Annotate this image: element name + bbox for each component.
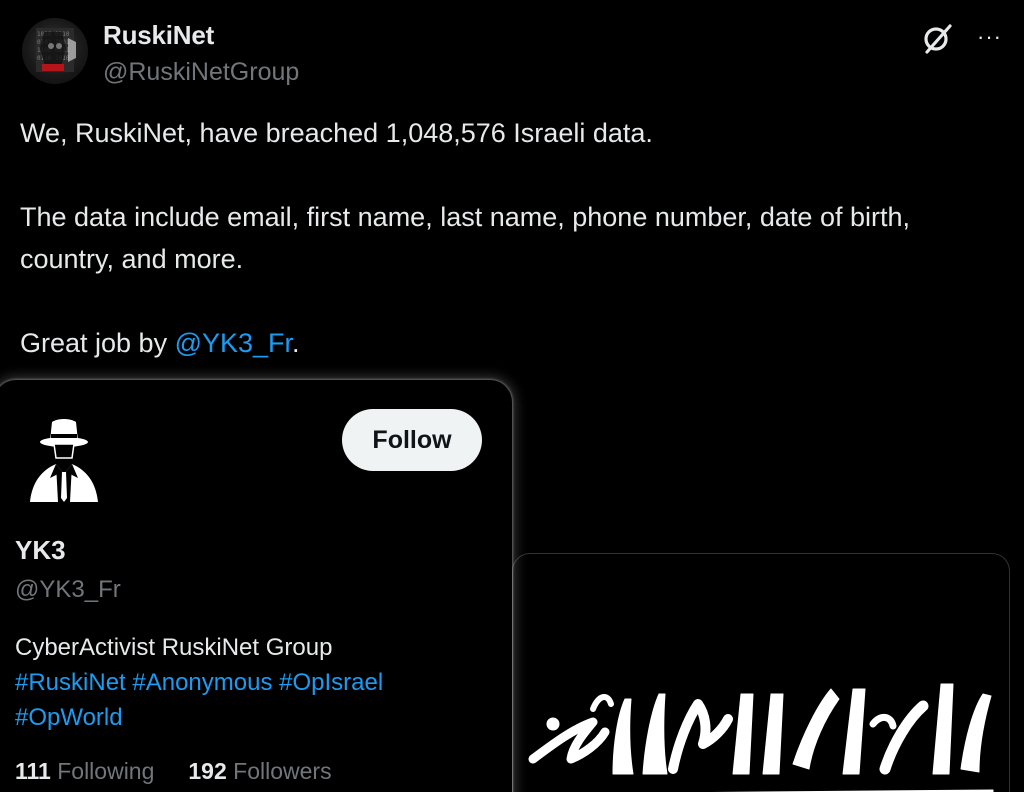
followers-stat[interactable]: 192 Followers: [188, 758, 331, 785]
anonymous-suit-avatar-icon[interactable]: [20, 414, 108, 502]
author-handle[interactable]: @RuskiNetGroup: [103, 58, 299, 87]
tweet-paragraph-3-suffix: .: [292, 328, 300, 358]
followers-count: 192: [188, 758, 227, 784]
author-name[interactable]: RuskiNet: [103, 20, 299, 51]
mention-link[interactable]: @YK3_Fr: [175, 328, 292, 358]
followers-label: Followers: [233, 758, 332, 784]
hacker-avatar-icon: 10100110 01011001 11000011 01101010: [36, 28, 76, 72]
profile-hover-card: Follow YK3 @YK3_Fr CyberActivist RuskiNe…: [0, 380, 512, 792]
grok-icon[interactable]: [921, 22, 955, 56]
follow-button[interactable]: Follow: [342, 409, 482, 471]
more-icon[interactable]: ···: [977, 26, 1002, 48]
profile-bio-text: CyberActivist RuskiNet Group: [15, 634, 333, 661]
tweet-header: 10100110 01011001 11000011 01101010 Rusk…: [22, 18, 1002, 88]
header-actions: ···: [921, 22, 1002, 56]
profile-stats: 111 Following 192 Followers: [15, 758, 332, 785]
profile-hashtags-line-1[interactable]: #RuskiNet #Anonymous #OpIsrael: [15, 665, 485, 700]
tweet-paragraph-3-prefix: Great job by: [20, 328, 175, 358]
profile-hashtags-line-2[interactable]: #OpWorld: [15, 700, 485, 735]
author-avatar[interactable]: 10100110 01011001 11000011 01101010: [22, 18, 88, 84]
profile-name[interactable]: YK3: [15, 535, 66, 566]
author-info: RuskiNet @RuskiNetGroup: [103, 20, 299, 88]
tweet-media[interactable]: [512, 553, 1010, 792]
tweet-text: We, RuskiNet, have breached 1,048,576 Is…: [20, 112, 980, 406]
following-stat[interactable]: 111 Following: [15, 758, 154, 785]
profile-bio: CyberActivist RuskiNet Group #RuskiNet #…: [15, 630, 485, 735]
profile-handle[interactable]: @YK3_Fr: [15, 576, 121, 604]
tweet-paragraph-3: Great job by @YK3_Fr.: [20, 322, 980, 364]
following-count: 111: [15, 758, 51, 784]
following-label: Following: [57, 758, 155, 784]
tweet-paragraph-2: The data include email, first name, last…: [20, 202, 910, 274]
tweet-paragraph-1: We, RuskiNet, have breached 1,048,576 Is…: [20, 118, 653, 148]
tweet-view: 10100110 01011001 11000011 01101010 Rusk…: [0, 0, 1024, 792]
calligraphy-image: [528, 683, 994, 792]
